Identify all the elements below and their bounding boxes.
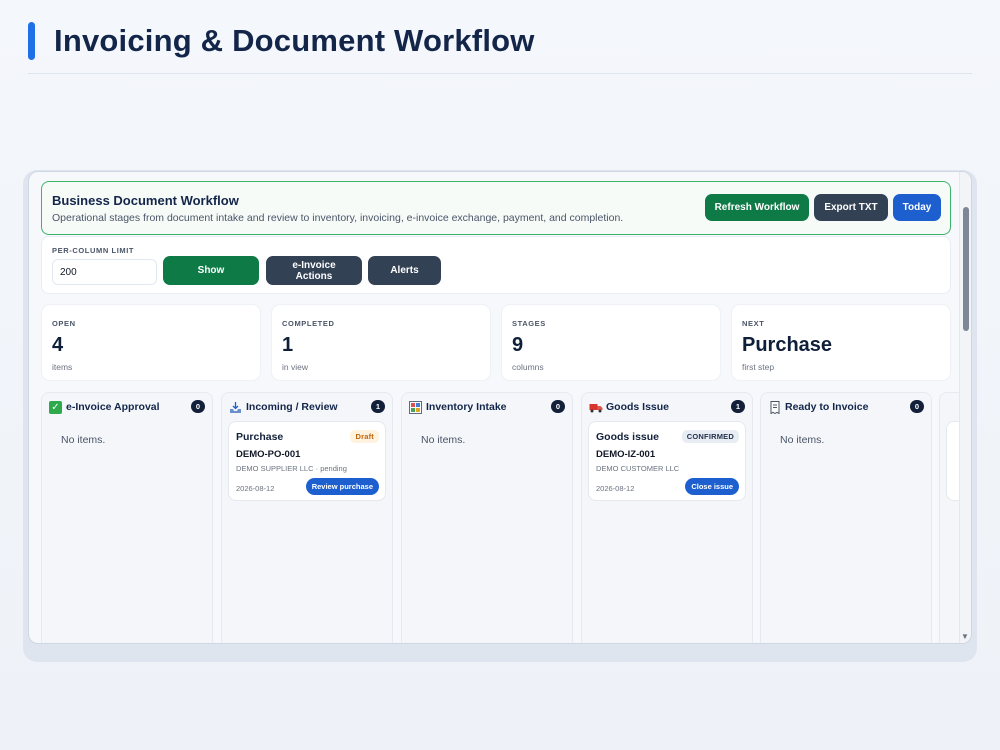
scrollbar-thumb[interactable] — [963, 207, 969, 331]
card-doc-id: DEMO-PO-001 — [236, 449, 301, 460]
card-doc-id: DEMO-IZ-001 — [596, 449, 656, 460]
column-title: Inventory Intake — [426, 401, 507, 413]
export-txt-button[interactable]: Export TXT — [814, 194, 888, 221]
column-inventory-intake: Inventory Intake 0 No items. — [401, 392, 573, 643]
per-column-limit-label: PER-COLUMN LIMIT — [52, 246, 135, 255]
workflow-frame: Business Document Workflow Operational s… — [28, 171, 972, 644]
scroll-down-arrow-icon[interactable]: ▼ — [961, 632, 969, 641]
column-title: Goods Issue — [606, 401, 670, 413]
stat-label: COMPLETED — [282, 319, 335, 328]
today-button[interactable]: Today — [893, 194, 941, 221]
stat-value: Purchase — [742, 334, 833, 356]
workflow-banner: Business Document Workflow Operational s… — [41, 181, 951, 235]
stat-value: 9 — [512, 334, 524, 356]
stat-label: NEXT — [742, 319, 765, 328]
card-date: 2026-08-12 — [236, 484, 275, 493]
einvoice-actions-button[interactable]: e-Invoice Actions — [266, 256, 362, 285]
check-box-icon: ✓ — [49, 401, 62, 414]
truck-icon — [589, 401, 603, 414]
empty-state: No items. — [61, 434, 106, 446]
column-einvoice-approval: ✓ e-Invoice Approval 0 No items. — [41, 392, 213, 643]
stat-card-open: OPEN 4 items — [41, 304, 261, 381]
stat-card-next: NEXT Purchase first step — [731, 304, 951, 381]
empty-state: No items. — [421, 434, 466, 446]
stat-label: STAGES — [512, 319, 546, 328]
stat-card-stages: STAGES 9 columns — [501, 304, 721, 381]
column-count-badge: 0 — [191, 400, 205, 413]
column-title: Ready to Invoice — [785, 401, 869, 413]
page-header: Invoicing & Document Workflow — [28, 20, 972, 74]
stat-value: 1 — [282, 334, 294, 356]
banner-title: Business Document Workflow — [52, 193, 239, 208]
card-party: DEMO SUPPLIER LLC · pending — [236, 464, 347, 473]
column-count-badge: 1 — [371, 400, 385, 413]
column-incoming-review: Incoming / Review 1 Purchase Draft DEMO-… — [221, 392, 393, 643]
stat-sub: items — [52, 362, 73, 372]
stat-value: 4 — [52, 334, 64, 356]
stat-label: OPEN — [52, 319, 76, 328]
refresh-workflow-button[interactable]: Refresh Workflow — [705, 194, 809, 221]
close-issue-button[interactable]: Close issue — [685, 478, 739, 495]
status-badge: CONFIRMED — [681, 430, 739, 443]
document-card[interactable]: Goods issue CONFIRMED DEMO-IZ-001 DEMO C… — [588, 421, 746, 501]
column-count-badge: 0 — [551, 400, 565, 413]
stat-sub: in view — [282, 362, 308, 372]
column-count-badge: 0 — [910, 400, 924, 413]
stat-card-completed: COMPLETED 1 in view — [271, 304, 491, 381]
card-party: DEMO CUSTOMER LLC — [596, 464, 680, 473]
alerts-button[interactable]: Alerts — [368, 256, 441, 285]
shelves-icon — [409, 401, 422, 414]
receipt-icon — [768, 401, 781, 415]
card-doc-type: Goods issue — [596, 431, 660, 443]
page-title: Invoicing & Document Workflow — [54, 23, 535, 58]
document-card[interactable]: Purchase Draft DEMO-PO-001 DEMO SUPPLIER… — [228, 421, 386, 501]
show-button[interactable]: Show — [163, 256, 259, 285]
inbox-tray-icon — [229, 401, 242, 414]
title-accent-bar — [28, 22, 35, 60]
banner-description: Operational stages from document intake … — [52, 212, 624, 224]
vertical-scrollbar[interactable]: ▼ — [959, 172, 971, 643]
column-goods-issue: Goods Issue 1 Goods issue CONFIRMED DEMO… — [581, 392, 753, 643]
stat-sub: columns — [512, 362, 544, 372]
review-purchase-button[interactable]: Review purchase — [305, 478, 379, 495]
column-count-badge: 1 — [731, 400, 745, 413]
column-title: Incoming / Review — [246, 401, 338, 413]
controls-bar: PER-COLUMN LIMIT Show e-Invoice Actions … — [41, 236, 951, 294]
status-badge: Draft — [350, 430, 379, 443]
card-date: 2026-08-12 — [596, 484, 635, 493]
per-column-limit-input[interactable] — [52, 259, 157, 285]
empty-state: No items. — [780, 434, 825, 446]
stat-sub: first step — [742, 362, 775, 372]
column-ready-to-invoice: Ready to Invoice 0 No items. — [760, 392, 932, 643]
column-title: e-Invoice Approval — [66, 401, 160, 413]
card-doc-type: Purchase — [236, 431, 284, 443]
